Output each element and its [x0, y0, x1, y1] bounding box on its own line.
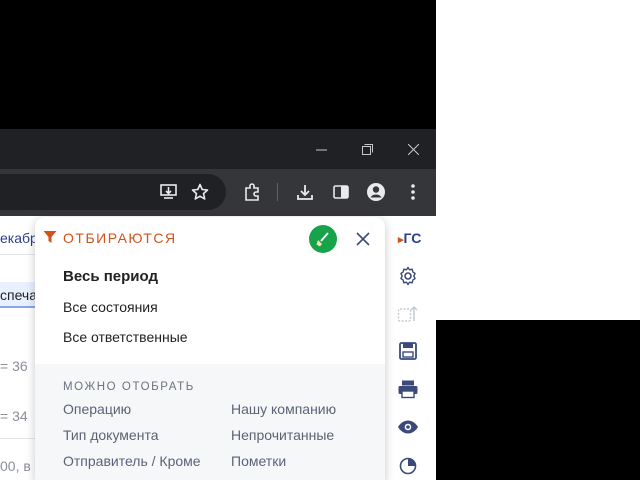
toolbar-separator: [277, 183, 278, 201]
restore-icon: [361, 143, 373, 155]
side-panel-icon[interactable]: [331, 182, 351, 202]
bg-sum-text-2: = 34: [0, 408, 28, 424]
extensions-icon[interactable]: [242, 182, 262, 202]
minimize-icon: [315, 149, 327, 150]
browser-toolbar: [0, 169, 436, 216]
install-app-icon[interactable]: [159, 182, 179, 202]
selected-filter-period[interactable]: Весь период: [63, 267, 188, 297]
filter-option-operation[interactable]: Операцию: [63, 401, 131, 417]
filter-title: ОТБИРАЮТСЯ: [63, 230, 177, 246]
available-filters-title: МОЖНО ОТОБРАТЬ: [63, 381, 195, 393]
filter-option-doc-type[interactable]: Тип документа: [63, 427, 159, 443]
close-filter-button[interactable]: [353, 229, 373, 249]
bookmark-star-icon[interactable]: [190, 182, 210, 202]
filter-header: ОТБИРАЮТСЯ: [35, 217, 385, 259]
web-page: екабр спеча = 36 = 34 00, в т ▸ГС ОТБИРА…: [0, 216, 436, 480]
broom-check-icon: [316, 232, 329, 247]
filter-option-sender[interactable]: Отправитель / Кроме: [63, 453, 201, 469]
minimize-button[interactable]: [298, 129, 344, 169]
title-bar: [0, 129, 436, 169]
bg-date-text: екабр: [0, 230, 38, 246]
funnel-icon: [43, 230, 57, 249]
eye-icon[interactable]: [397, 416, 419, 438]
bg-divider-2: [0, 438, 40, 439]
close-window-button[interactable]: [390, 129, 436, 169]
filter-option-unread[interactable]: Непрочитанные: [231, 427, 334, 443]
bg-sum-text: = 36: [0, 358, 28, 374]
menu-icon[interactable]: [403, 182, 423, 202]
apply-filter-button[interactable]: [309, 225, 337, 253]
filter-option-marks[interactable]: Пометки: [231, 453, 286, 469]
filter-popover: ОТБИРАЮТСЯ Весь период Все состояния Все…: [35, 217, 385, 480]
browser-window: екабр спеча = 36 = 34 00, в т ▸ГС ОТБИРА…: [0, 129, 436, 480]
filter-option-our-company[interactable]: Нашу компанию: [231, 401, 336, 417]
save-icon[interactable]: [397, 340, 419, 362]
calendar-arrow-icon[interactable]: [397, 303, 419, 325]
selected-filter-responsible[interactable]: Все ответственные: [63, 327, 188, 357]
print-icon[interactable]: [397, 378, 419, 400]
available-filters: МОЖНО ОТОБРАТЬ Операцию Тип документа От…: [35, 364, 385, 480]
downloads-icon[interactable]: [295, 182, 315, 202]
close-window-icon: [407, 143, 419, 155]
bg-row-text: спеча: [0, 287, 37, 303]
address-bar[interactable]: [0, 174, 226, 210]
selected-filter-states[interactable]: Все состояния: [63, 297, 188, 327]
settings-icon[interactable]: [397, 265, 419, 287]
profile-icon[interactable]: [366, 182, 386, 202]
pie-chart-icon[interactable]: [397, 454, 419, 476]
bg-divider: [0, 254, 40, 255]
user-initials[interactable]: ▸ГС: [398, 230, 421, 246]
restore-button[interactable]: [344, 129, 390, 169]
user-initials-label: ГС: [403, 230, 422, 246]
external-white-area: [436, 0, 640, 320]
close-icon: [356, 232, 370, 246]
right-tool-rail: ▸ГС: [388, 216, 436, 480]
selected-filters: Весь период Все состояния Все ответствен…: [63, 267, 188, 357]
